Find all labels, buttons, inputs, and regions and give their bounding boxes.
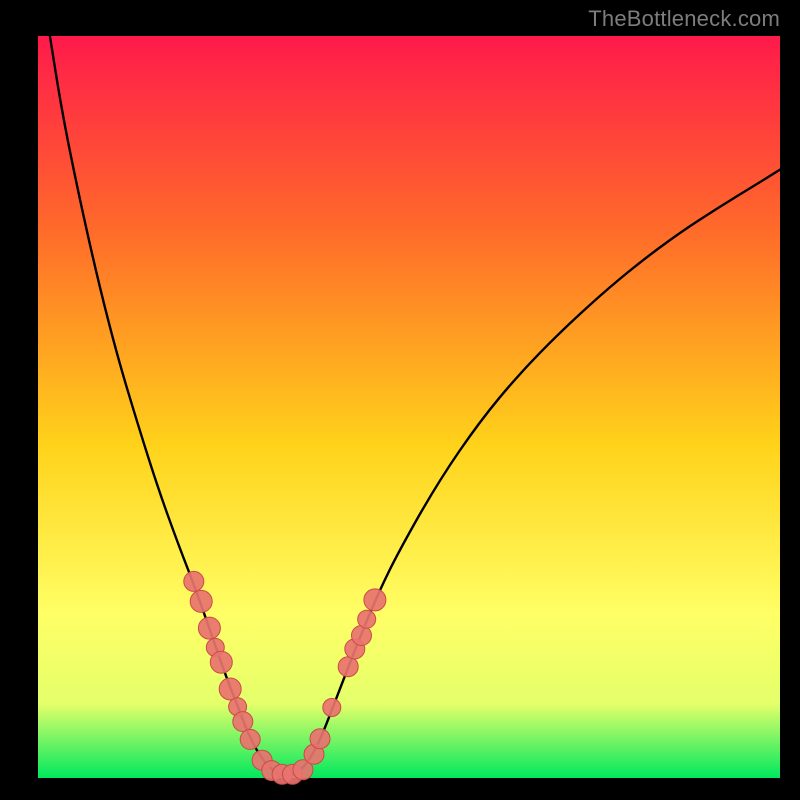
data-point — [310, 729, 330, 749]
data-point — [198, 617, 220, 639]
data-point — [323, 699, 341, 717]
plot-background — [38, 36, 780, 778]
data-point — [190, 590, 212, 612]
data-point — [364, 589, 386, 611]
data-point — [184, 571, 204, 591]
data-point — [219, 678, 241, 700]
data-point — [358, 610, 376, 628]
chart-svg — [0, 0, 800, 800]
data-point — [338, 657, 358, 677]
data-point — [233, 712, 253, 732]
watermark-text: TheBottleneck.com — [588, 6, 780, 32]
chart-frame: TheBottleneck.com — [0, 0, 800, 800]
data-point — [210, 651, 232, 673]
data-point — [240, 729, 260, 749]
